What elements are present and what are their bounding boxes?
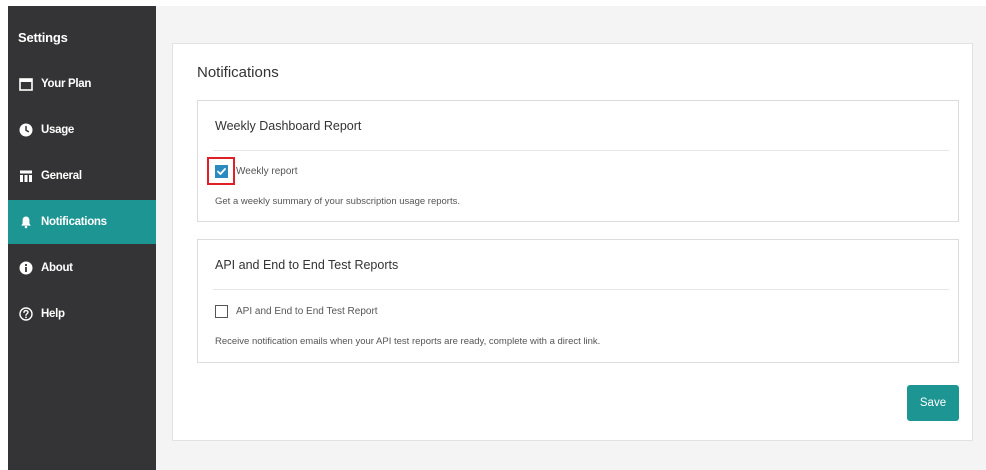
section-description: Receive notification emails when your AP… [215,336,601,347]
sidebar-item-label: General [41,170,82,182]
section-divider [213,150,949,151]
weekly-report-checkbox[interactable] [215,165,228,178]
sidebar-item-label: Notifications [41,216,107,228]
sidebar-item-label: Help [41,308,65,320]
sidebar-item-help[interactable]: Help [8,292,156,336]
calendar-icon [19,77,33,91]
section-description: Get a weekly summary of your subscriptio… [215,196,460,207]
sidebar-item-label: About [41,262,73,274]
sidebar-item-your-plan[interactable]: Your Plan [8,62,156,106]
table-icon [19,169,33,183]
sidebar-item-label: Your Plan [41,78,92,90]
bell-icon [19,215,33,229]
api-report-checkbox-label[interactable]: API and End to End Test Report [236,306,378,317]
sidebar-item-about[interactable]: About [8,246,156,290]
api-report-checkbox[interactable] [215,305,228,318]
weekly-report-option: Weekly report [207,157,298,185]
section-title: Weekly Dashboard Report [215,119,362,133]
weekly-report-section: Weekly Dashboard Report Weekly report Ge… [197,100,959,222]
question-icon [19,307,33,321]
api-test-reports-section: API and End to End Test Reports API and … [197,239,959,363]
clock-icon [19,123,33,137]
sidebar-item-general[interactable]: General [8,154,156,198]
api-report-option: API and End to End Test Report [215,305,378,318]
info-icon [19,261,33,275]
sidebar-item-label: Usage [41,124,75,136]
weekly-report-checkbox-label[interactable]: Weekly report [236,166,298,177]
section-title: API and End to End Test Reports [215,258,399,272]
page-title: Notifications [197,64,279,81]
sidebar-item-notifications[interactable]: Notifications [8,200,156,244]
sidebar-item-usage[interactable]: Usage [8,108,156,152]
save-button[interactable]: Save [907,385,959,421]
sidebar-title: Settings [18,30,68,45]
section-divider [213,289,949,290]
notifications-card: Notifications Weekly Dashboard Report We… [172,43,973,441]
settings-sidebar: Settings Your Plan Usage General Notific… [8,6,156,470]
checkmark-icon [217,168,226,175]
